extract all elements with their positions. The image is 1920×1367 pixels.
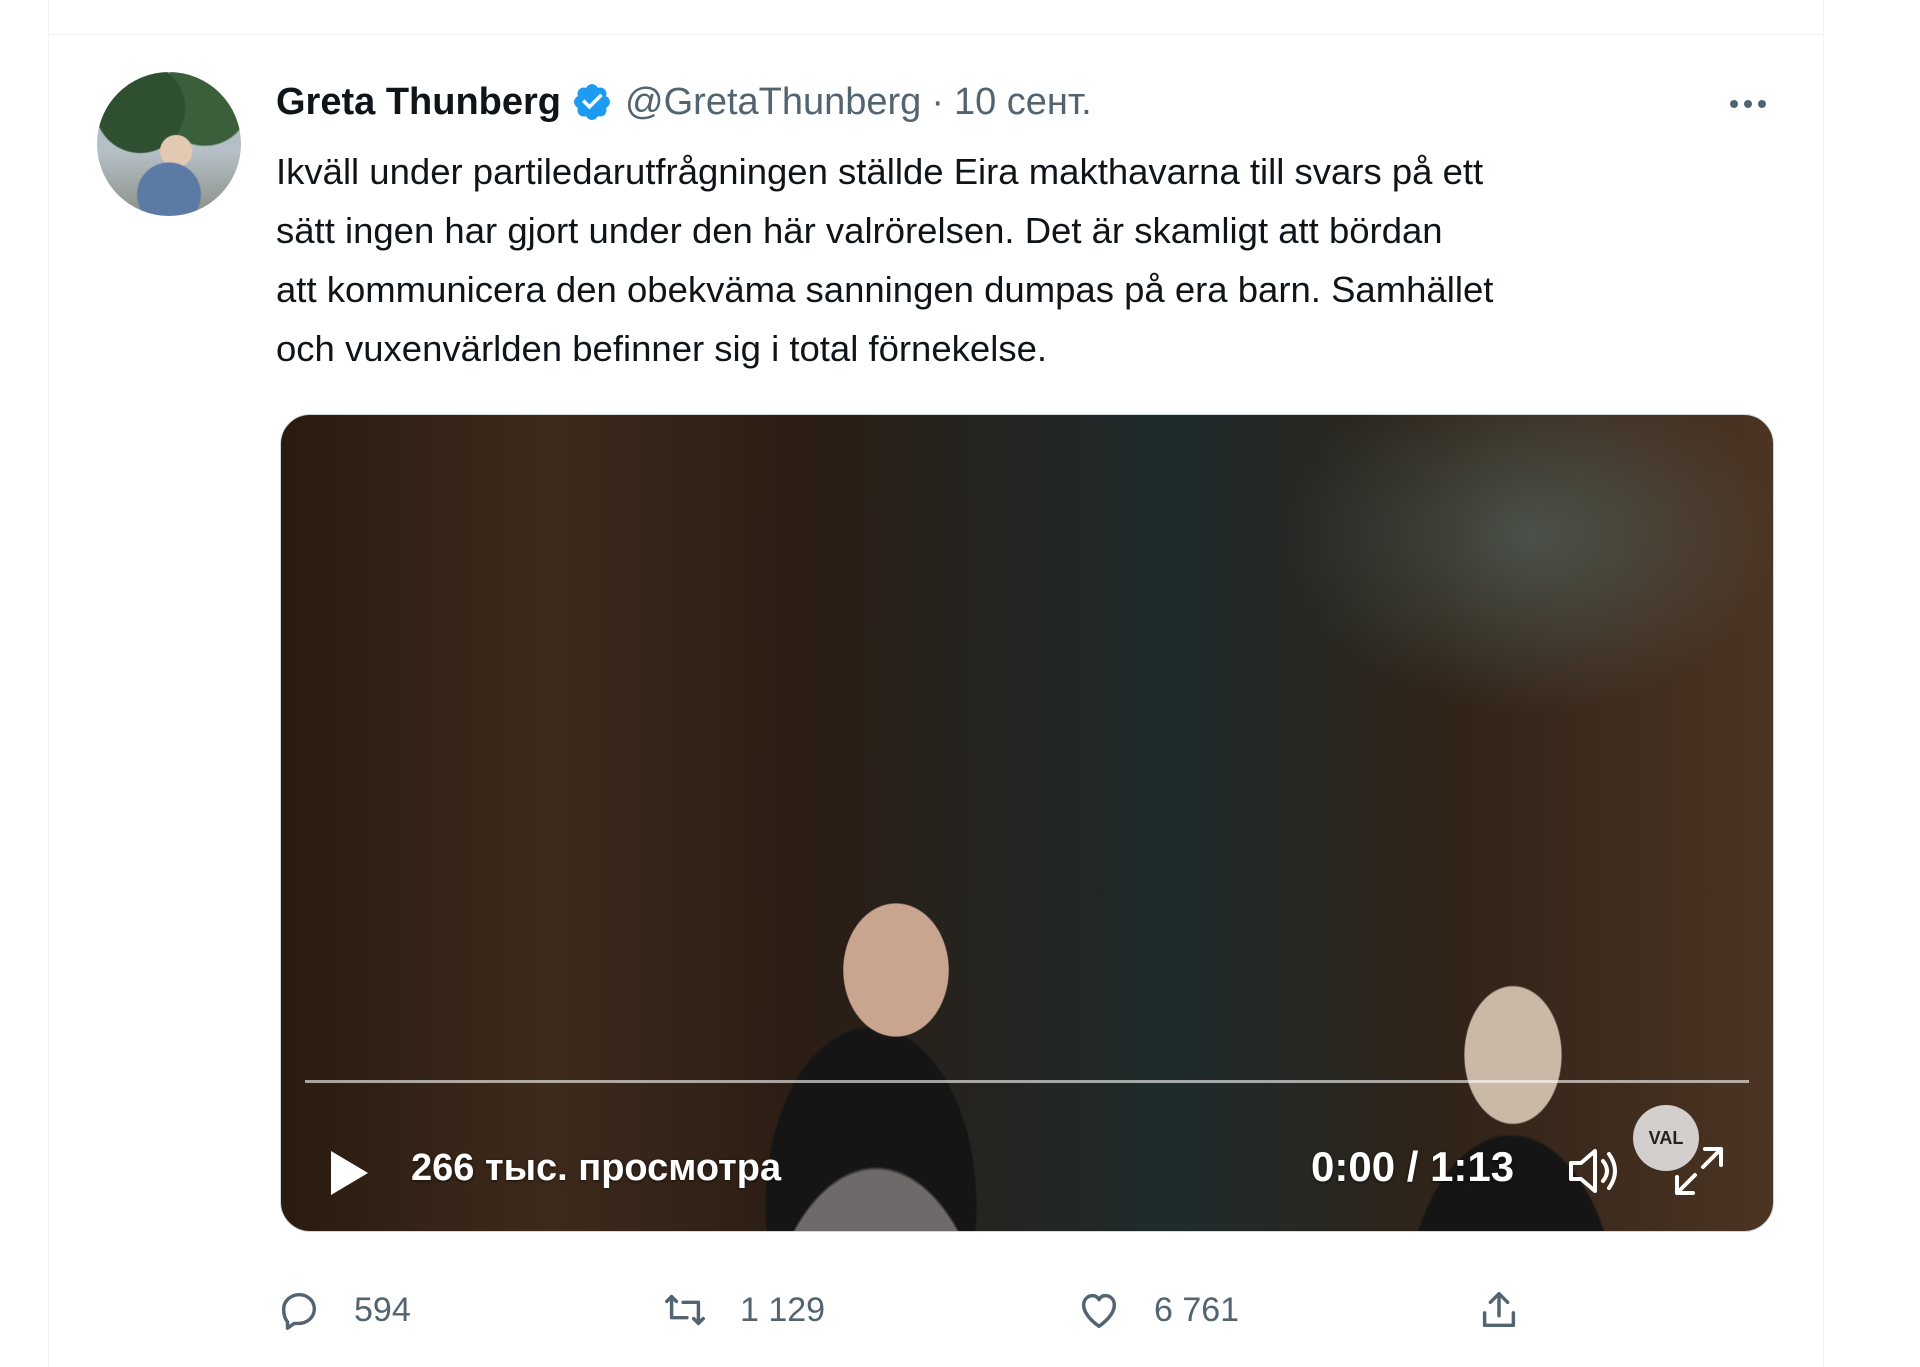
video-frame xyxy=(1281,415,1773,715)
share-button[interactable] xyxy=(1476,1280,1522,1340)
timestamp[interactable]: 10 сент. xyxy=(954,81,1092,124)
reply-icon xyxy=(281,1292,317,1330)
reply-count: 594 xyxy=(354,1290,411,1329)
video-timecode: 0:00 / 1:13 xyxy=(1311,1143,1514,1191)
separator-dot: · xyxy=(931,80,944,123)
avatar[interactable] xyxy=(97,72,241,216)
share-icon xyxy=(1482,1291,1516,1328)
retweet-icon xyxy=(665,1294,705,1326)
view-count: 266 тыс. просмотра xyxy=(411,1147,782,1189)
like-icon xyxy=(1081,1293,1117,1329)
author-name[interactable]: Greta Thunberg xyxy=(276,81,561,124)
like-count: 6 761 xyxy=(1154,1290,1240,1329)
volume-icon[interactable] xyxy=(1565,1143,1625,1199)
time-separator: / xyxy=(1395,1143,1431,1190)
tweet-header: Greta Thunberg @GretaThunberg · 10 сент. xyxy=(276,78,1092,126)
fullscreen-icon[interactable] xyxy=(1671,1143,1727,1199)
more-icon[interactable] xyxy=(1712,80,1784,128)
verified-badge-icon xyxy=(574,84,610,120)
divider xyxy=(49,34,1823,35)
time-total: 1:13 xyxy=(1430,1143,1515,1190)
tweet-text: Ikväll under partiledarutfrågningen stäl… xyxy=(276,151,1494,369)
reply-button[interactable]: 594 xyxy=(276,1280,411,1340)
tweet-actions: 594 1 129 6 761 xyxy=(276,1280,1776,1340)
play-icon[interactable] xyxy=(327,1148,371,1198)
like-button[interactable]: 6 761 xyxy=(1076,1280,1239,1340)
author-handle[interactable]: @GretaThunberg xyxy=(625,81,921,124)
video-progress-bar[interactable] xyxy=(305,1080,1749,1083)
retweet-button[interactable]: 1 129 xyxy=(662,1280,825,1340)
time-current: 0:00 xyxy=(1311,1143,1396,1190)
retweet-count: 1 129 xyxy=(740,1290,826,1329)
video-player[interactable]: 266 тыс. просмотра 0:00 / 1:13 VAL xyxy=(280,414,1774,1232)
